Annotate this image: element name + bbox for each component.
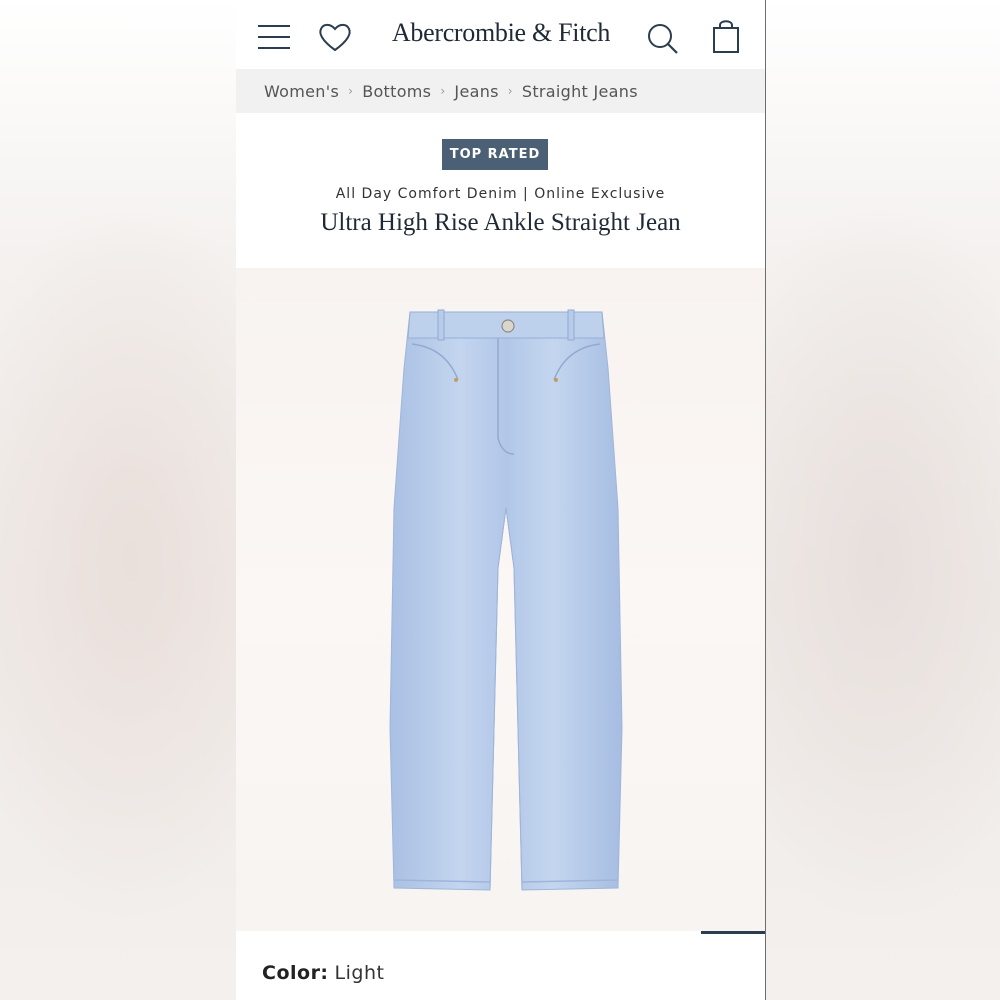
chevron-right-icon: › <box>440 84 446 98</box>
color-label: Color: <box>262 962 329 984</box>
breadcrumb-item-straight-jeans[interactable]: Straight Jeans <box>522 82 638 101</box>
jeans-image <box>389 309 623 891</box>
color-value: Light <box>334 962 385 984</box>
breadcrumb: Women's › Bottoms › Jeans › Straight Jea… <box>236 69 765 113</box>
color-selector: Color: Light <box>262 962 384 984</box>
menu-icon[interactable] <box>256 22 292 50</box>
chevron-right-icon: › <box>348 84 354 98</box>
brand-logo[interactable]: Abercrombie & Fitch <box>386 18 616 48</box>
chevron-right-icon: › <box>507 84 513 98</box>
top-rated-badge: TOP RATED <box>442 139 548 170</box>
product-image[interactable] <box>236 268 765 932</box>
product-title: Ultra High Rise Ankle Straight Jean <box>320 209 681 236</box>
gallery-progress-indicator <box>701 931 765 934</box>
mobile-page: Abercrombie & Fitch Women's › Bottoms › … <box>236 0 766 1000</box>
gallery-progress-track <box>236 931 765 934</box>
site-header: Abercrombie & Fitch <box>236 0 765 69</box>
search-icon[interactable] <box>646 22 680 56</box>
heart-icon[interactable] <box>318 22 352 52</box>
breadcrumb-item-bottoms[interactable]: Bottoms <box>362 82 431 101</box>
breadcrumb-item-jeans[interactable]: Jeans <box>454 82 498 101</box>
breadcrumb-item-womens[interactable]: Women's <box>264 82 339 101</box>
product-subtitle: All Day Comfort Denim | Online Exclusive <box>335 186 666 202</box>
shopping-bag-icon[interactable] <box>710 18 742 54</box>
